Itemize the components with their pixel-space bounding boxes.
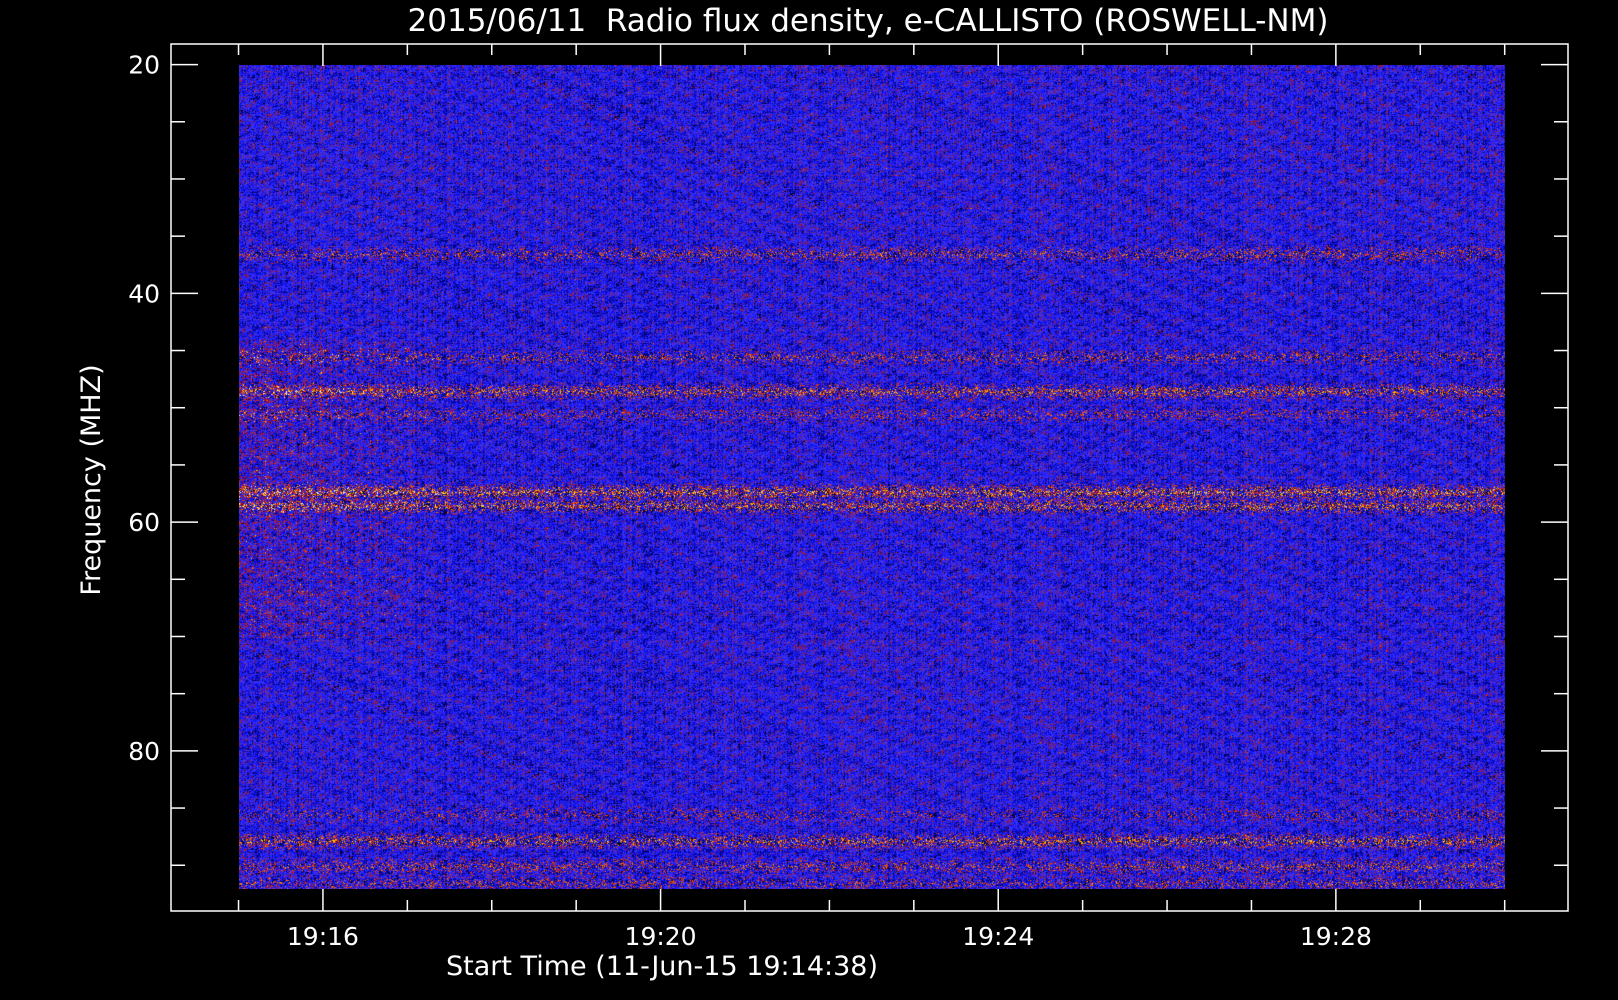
x-tick-label: 19:24 <box>962 922 1034 951</box>
x-tick-label: 19:20 <box>625 922 697 951</box>
radio-spectrogram-chart: 2015/06/11 Radio flux density, e-CALLIST… <box>76 3 1569 982</box>
x-tick-label: 19:28 <box>1300 922 1372 951</box>
x-tick-label: 19:16 <box>287 922 359 951</box>
y-tick-label: 40 <box>128 279 160 308</box>
x-axis-label: Start Time (11-Jun-15 19:14:38) <box>446 951 878 982</box>
chart-title: 2015/06/11 Radio flux density, e-CALLIST… <box>408 3 1329 39</box>
spectrogram-heatmap <box>238 64 1505 889</box>
y-tick-label: 20 <box>128 51 160 80</box>
y-axis-label: Frequency (MHZ) <box>76 364 107 595</box>
y-tick-label: 60 <box>128 508 160 537</box>
spectrogram-canvas <box>238 64 1505 889</box>
y-tick-label: 80 <box>128 737 160 766</box>
